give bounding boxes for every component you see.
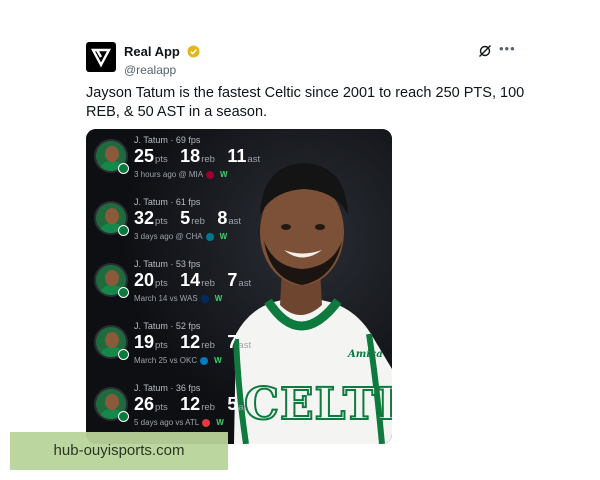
author-names: Real App @realapp xyxy=(124,43,200,77)
game-title: J. Tatum · 36 fps xyxy=(134,383,201,393)
more-options-icon[interactable]: ••• xyxy=(499,41,516,56)
assists-unit: ast xyxy=(238,340,252,351)
rebounds-value: 14 xyxy=(180,270,201,290)
team-badge-icon xyxy=(118,287,129,298)
game-meta: March 14 vs WAS W xyxy=(134,294,222,303)
rebounds-unit: reb xyxy=(201,154,215,165)
points-unit: pts xyxy=(155,402,168,413)
points-unit: pts xyxy=(155,278,168,289)
points-unit: pts xyxy=(155,154,168,165)
game-row: J. Tatum · 52 fps 19pts 12reb 7ast March… xyxy=(94,319,294,377)
game-title: J. Tatum · 52 fps xyxy=(134,321,201,331)
opponent-logo-icon xyxy=(206,170,215,179)
assists-value: 11 xyxy=(227,146,247,166)
points-unit: pts xyxy=(155,340,168,351)
game-row: J. Tatum · 61 fps 32pts 5reb 8ast 3 days… xyxy=(94,195,294,253)
game-result: W xyxy=(214,356,222,365)
game-result: W xyxy=(216,418,224,427)
game-result: W xyxy=(219,232,228,241)
game-stats: 32pts 5reb 8ast xyxy=(134,208,249,229)
assists-unit: ast xyxy=(238,278,252,289)
jersey-sponsor-text: Amica xyxy=(348,349,383,360)
points-value: 26 xyxy=(134,394,155,414)
points-value: 25 xyxy=(134,146,155,166)
display-name[interactable]: Real App xyxy=(124,44,180,59)
rebounds-unit: reb xyxy=(201,340,215,351)
opponent-logo-icon xyxy=(200,356,209,365)
team-badge-icon xyxy=(118,163,129,174)
game-title: J. Tatum · 53 fps xyxy=(134,259,201,269)
grok-icon[interactable] xyxy=(478,44,492,58)
verified-badge-icon xyxy=(187,45,200,58)
assists-value: 8 xyxy=(217,208,228,228)
game-row: J. Tatum · 53 fps 20pts 14reb 7ast March… xyxy=(94,257,294,315)
game-stats: 19pts 12reb 7ast xyxy=(134,332,259,353)
author-handle[interactable]: @realapp xyxy=(124,63,200,77)
assists-unit: ast xyxy=(228,216,242,227)
game-date-opponent: 5 days ago vs ATL xyxy=(134,418,200,427)
rebounds-value: 5 xyxy=(180,208,191,228)
team-badge-icon xyxy=(118,349,129,360)
game-date-opponent: March 14 vs WAS xyxy=(134,294,198,303)
rebounds-unit: reb xyxy=(201,402,215,413)
points-value: 20 xyxy=(134,270,155,290)
assists-value: 7 xyxy=(227,270,238,290)
watermark-text: hub-ouyisports.com xyxy=(53,442,185,459)
tweet-card: Real App @realapp ••• Jayson Tatum is th… xyxy=(86,40,526,444)
assists-value: 7 xyxy=(227,332,238,352)
game-stats: 26pts 12reb 5ast xyxy=(134,394,259,415)
team-badge-icon xyxy=(118,411,129,422)
game-result: W xyxy=(220,170,228,179)
team-badge-icon xyxy=(118,225,129,236)
assists-value: 5 xyxy=(227,394,238,414)
points-value: 19 xyxy=(134,332,155,352)
rebounds-value: 18 xyxy=(180,146,201,166)
game-title: J. Tatum · 69 fps xyxy=(134,135,201,145)
real-app-logo[interactable] xyxy=(86,42,116,72)
site-watermark: hub-ouyisports.com xyxy=(10,432,228,470)
jersey-wordmark: CELTICS xyxy=(243,378,392,431)
rebounds-unit: reb xyxy=(191,216,205,227)
game-meta: 5 days ago vs ATL W xyxy=(134,418,224,427)
tweet-header: Real App @realapp ••• xyxy=(86,40,526,80)
game-meta: 3 days ago @ CHA W xyxy=(134,232,227,241)
game-result: W xyxy=(214,294,223,303)
game-stats: 20pts 14reb 7ast xyxy=(134,270,259,291)
game-date-opponent: 3 days ago @ CHA xyxy=(134,232,203,241)
tweet-text: Jayson Tatum is the fastest Celtic since… xyxy=(86,85,525,120)
rebounds-value: 12 xyxy=(180,394,201,414)
game-stats: 25pts 18reb 11ast xyxy=(134,146,268,167)
opponent-logo-icon xyxy=(200,294,209,303)
game-meta: 3 hours ago @ MIA W xyxy=(134,170,228,179)
points-value: 32 xyxy=(134,208,155,228)
opponent-logo-icon xyxy=(205,232,214,241)
rebounds-value: 12 xyxy=(180,332,201,352)
game-title: J. Tatum · 61 fps xyxy=(134,197,201,207)
assists-unit: ast xyxy=(247,154,261,165)
game-meta: March 25 vs OKC W xyxy=(134,356,222,365)
media-image[interactable]: J. Tatum · 69 fps 25pts 18reb 11ast 3 ho… xyxy=(86,129,392,444)
game-row: J. Tatum · 69 fps 25pts 18reb 11ast 3 ho… xyxy=(94,133,294,191)
opponent-logo-icon xyxy=(202,418,211,427)
points-unit: pts xyxy=(155,216,168,227)
rebounds-unit: reb xyxy=(201,278,215,289)
game-date-opponent: March 25 vs OKC xyxy=(134,356,198,365)
game-date-opponent: 3 hours ago @ MIA xyxy=(134,170,204,179)
